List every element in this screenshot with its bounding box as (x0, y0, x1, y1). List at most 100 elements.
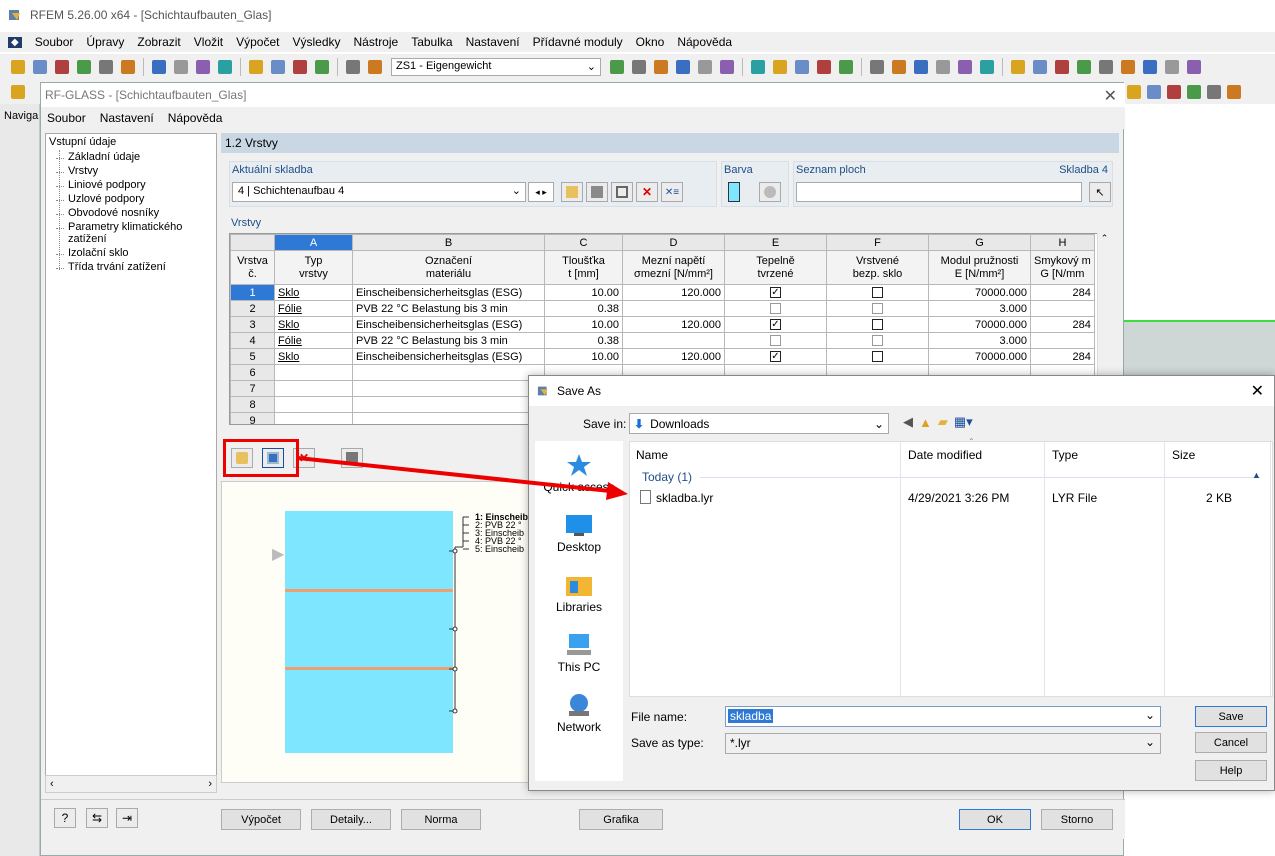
layer-type-cell[interactable]: Sklo (274, 348, 353, 365)
palette-icon[interactable] (759, 182, 781, 202)
laminated-checkbox[interactable] (872, 351, 883, 363)
toolbar-tool-icon[interactable] (695, 57, 715, 77)
material-cell[interactable]: Einscheibensicherheitsglas (ESG) (352, 316, 545, 333)
layer-type-cell[interactable]: Sklo (274, 316, 353, 333)
toolbar-tool-icon[interactable] (651, 57, 671, 77)
modulus-cell[interactable]: 70000.000 (928, 284, 1031, 301)
table-row[interactable]: 3 Sklo Einscheibensicherheitsglas (ESG) 10.… (230, 316, 1095, 333)
tree-item[interactable]: Uzlové podpory (46, 192, 216, 206)
chevron-down-icon[interactable]: ⌄ (1145, 708, 1155, 722)
layer-type-cell[interactable] (274, 412, 353, 424)
menu-item[interactable]: Nápověda (677, 35, 732, 49)
toolbar-tool-icon[interactable] (1118, 57, 1138, 77)
row-number[interactable]: 8 (230, 396, 275, 413)
tempered-checkbox[interactable]: ✓ (770, 351, 781, 363)
tree-scrollbar[interactable]: ‹ › (45, 775, 217, 793)
savetype-select[interactable]: *.lyr ⌄ (725, 733, 1161, 754)
laminated-cell[interactable] (826, 332, 929, 349)
menu-item[interactable]: Nástroje (354, 35, 399, 49)
material-cell[interactable]: PVB 22 °C Belastung bis 3 min (352, 332, 545, 349)
scroll-left-icon[interactable]: ‹ (50, 778, 54, 790)
toolbar-tool-icon[interactable] (52, 57, 72, 77)
surfaces-input[interactable] (796, 182, 1082, 202)
toolbar-tool-icon[interactable] (215, 57, 235, 77)
menu-item[interactable]: Přídavné moduly (533, 35, 623, 49)
delete-all-icon[interactable]: ✕≡ (661, 182, 683, 202)
tree-item[interactable]: Liniové podpory (46, 178, 216, 192)
thickness-cell[interactable]: 10.00 (544, 284, 623, 301)
toolbar-tool-icon[interactable] (96, 57, 116, 77)
toolbar-tool-icon[interactable] (74, 57, 94, 77)
tree-root[interactable]: Vstupní údaje (46, 134, 216, 150)
rf-menu-item[interactable]: Nastavení (100, 111, 154, 125)
menu-item[interactable]: Nastavení (466, 35, 520, 49)
toolbar-tool-icon[interactable] (867, 57, 887, 77)
place-this-pc[interactable]: This PC (535, 633, 623, 674)
toolbar-tool-icon[interactable] (30, 57, 50, 77)
color-swatch[interactable] (728, 182, 740, 202)
close-icon[interactable]: ✕ (1104, 86, 1117, 106)
toolbar-tool-icon[interactable] (193, 57, 213, 77)
table-row[interactable]: 5 Sklo Einscheibensicherheitsglas (ESG) 10.… (230, 348, 1095, 365)
toolbar-tool-icon[interactable] (629, 57, 649, 77)
toolbar-tool-icon[interactable] (149, 57, 169, 77)
save-button[interactable]: Save (1195, 706, 1267, 727)
toolbar-tool-icon[interactable] (1124, 82, 1144, 102)
current-layup-select[interactable]: 4 | Schichtenaufbau 4 ⌄ (232, 182, 526, 202)
layer-type-cell[interactable] (274, 380, 353, 397)
thickness-cell[interactable]: 10.00 (544, 348, 623, 365)
modulus-cell[interactable]: 3.000 (928, 300, 1031, 317)
row-number[interactable]: 5 (230, 348, 275, 365)
prev-next-spin[interactable]: ◂ ▸ (528, 182, 554, 202)
menu-item[interactable]: Tabulka (411, 35, 452, 49)
toolbar-tool-icon[interactable] (748, 57, 768, 77)
toolbar-tool-icon[interactable] (1030, 57, 1050, 77)
group-header[interactable]: Today (1) (642, 470, 692, 484)
toolbar-tool-icon[interactable] (8, 57, 28, 77)
place-quick-access[interactable]: Quick access (535, 453, 623, 494)
toolbar-tool-icon[interactable] (1184, 57, 1204, 77)
toolbar-tool-icon[interactable] (1008, 57, 1028, 77)
laminated-checkbox[interactable] (872, 335, 883, 347)
import-icon[interactable]: ⇆ (86, 808, 108, 828)
column-letter[interactable]: B (352, 234, 545, 251)
cancel-button[interactable]: Storno (1041, 809, 1113, 830)
pick-surface-icon[interactable]: ↖ (1089, 182, 1111, 202)
material-cell[interactable]: Einscheibensicherheitsglas (ESG) (352, 284, 545, 301)
material-cell[interactable]: Einscheibensicherheitsglas (ESG) (352, 348, 545, 365)
layer-type-cell[interactable]: Fólie (274, 332, 353, 349)
export-icon[interactable]: ⇥ (116, 808, 138, 828)
thickness-cell[interactable]: 0.38 (544, 332, 623, 349)
tree-item[interactable]: Základní údaje (46, 150, 216, 164)
table-row[interactable]: 4 Fólie PVB 22 °C Belastung bis 3 min 0.38 3… (230, 332, 1095, 349)
toolbar-tool-icon[interactable] (1144, 82, 1164, 102)
toolbar-tool-icon[interactable] (1096, 57, 1116, 77)
column-letter[interactable]: A (274, 234, 353, 251)
collapse-icon[interactable]: ▲ (1252, 470, 1261, 480)
row-number[interactable]: 1 (230, 284, 275, 301)
row-number[interactable]: 4 (230, 332, 275, 349)
column-letter[interactable]: D (622, 234, 725, 251)
up-folder-icon[interactable]: ▲ (919, 415, 932, 430)
copy-layup-icon[interactable] (586, 182, 608, 202)
tempered-cell[interactable]: ✓ (724, 284, 827, 301)
limit-stress-cell[interactable] (622, 332, 725, 349)
row-number[interactable]: 3 (230, 316, 275, 333)
toolbar-tool-icon[interactable] (770, 57, 790, 77)
toolbar-tool-icon[interactable] (118, 57, 138, 77)
layer-type-cell[interactable] (274, 396, 353, 413)
toolbar-tool-icon[interactable] (290, 57, 310, 77)
layer-type-cell[interactable]: Sklo (274, 284, 353, 301)
shear-modulus-cell[interactable]: 284 (1030, 316, 1095, 333)
toolbar-tool-icon[interactable] (246, 57, 266, 77)
tree-item[interactable]: Izolační sklo (46, 246, 216, 260)
toolbar-tool-icon[interactable] (1162, 57, 1182, 77)
toolbar-tool-icon[interactable] (1204, 82, 1224, 102)
tempered-checkbox[interactable] (770, 335, 781, 347)
tempered-cell[interactable]: ✓ (724, 348, 827, 365)
scroll-right-icon[interactable]: › (208, 778, 212, 790)
ok-button[interactable]: OK (959, 809, 1031, 830)
dialog-cancel-button[interactable]: Cancel (1195, 732, 1267, 753)
toolbar-tool-icon[interactable] (343, 57, 363, 77)
tree-item[interactable]: Třída trvání zatížení (46, 260, 216, 274)
